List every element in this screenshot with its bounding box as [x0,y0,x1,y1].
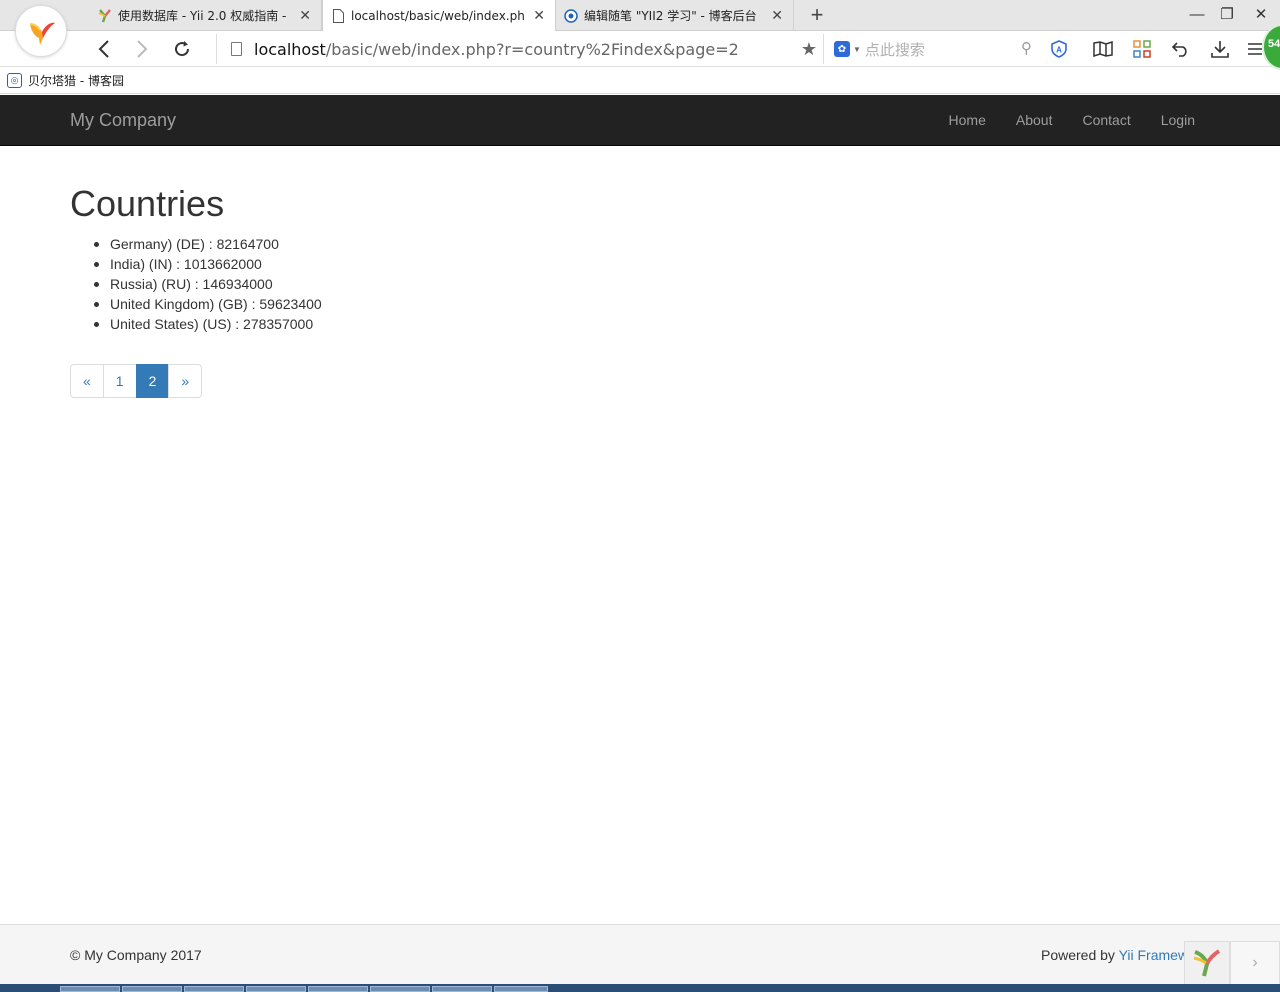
country-list: Germany) (DE) : 82164700 India) (IN) : 1… [94,234,322,334]
powered-by-prefix: Powered by [1041,947,1119,963]
taskbar-item[interactable] [308,986,368,992]
tab-cnblogs-edit[interactable]: 编辑随笔 "YII2 学习" - 博客后台 ✕ [556,0,794,31]
taskbar-item[interactable] [370,986,430,992]
pagination-page-2[interactable]: 2 [135,364,170,398]
back-icon[interactable] [92,37,116,61]
pagination-prev[interactable]: « [70,364,104,398]
pagination-page-1[interactable]: 1 [102,364,137,398]
browser-toolbar: localhost/basic/web/index.php?r=country%… [0,31,1280,67]
nav-login[interactable]: Login [1146,95,1210,145]
undo-icon[interactable] [1170,37,1192,61]
yii-debug-toolbar-toggle[interactable] [1184,941,1230,985]
url-host: localhost [254,39,326,59]
tab-title: 使用数据库 - Yii 2.0 权威指南 - [118,9,287,23]
nav-home[interactable]: Home [934,95,1001,145]
yii-icon [1193,949,1221,977]
taskbar-item[interactable] [494,986,548,992]
pagination-next[interactable]: » [168,364,203,398]
download-icon[interactable] [1209,37,1231,61]
nav-contact[interactable]: Contact [1067,95,1145,145]
taskbar-item[interactable] [122,986,182,992]
apps-icon[interactable] [1131,37,1153,61]
os-taskbar [0,984,1280,992]
minimize-icon[interactable]: — [1186,4,1208,26]
tab-title: localhost/basic/web/index.php [351,9,526,23]
pagination: « 1 2 » [70,364,203,398]
taskbar-item[interactable] [184,986,244,992]
close-icon[interactable]: ✕ [533,8,545,24]
list-item: India) (IN) : 1013662000 [94,254,322,274]
taskbar-item[interactable] [246,986,306,992]
list-item: United States) (US) : 278357000 [94,314,322,334]
site-footer: © My Company 2017 Powered by Yii Framew [0,924,1280,984]
page-title: Countries [70,183,225,224]
close-window-icon[interactable]: ✕ [1250,4,1272,26]
search-input[interactable]: ✿ ▼ 点此搜索 ⚲ [834,37,1038,61]
search-placeholder: 点此搜索 [864,40,925,59]
powered-by: Powered by Yii Framew [1041,947,1188,963]
bookmark-star-icon[interactable]: ★ [801,39,817,60]
close-icon[interactable]: ✕ [771,8,783,24]
taskbar-item[interactable] [60,986,120,992]
menu-icon[interactable] [1248,37,1262,61]
shield-icon[interactable]: A [1048,37,1070,61]
browser-logo-icon[interactable] [15,5,67,57]
yii-framework-link[interactable]: Yii Framew [1119,947,1189,963]
search-engine-icon[interactable]: ✿ [834,41,850,57]
cnblogs-icon: ◎ [7,73,22,88]
brand-link[interactable]: My Company [70,110,176,131]
tab-title: 编辑随笔 "YII2 学习" - 博客后台 [584,9,757,23]
page-icon [331,9,345,23]
chevron-down-icon[interactable]: ▼ [853,45,861,54]
tab-localhost[interactable]: localhost/basic/web/index.php ✕ [322,0,556,32]
taskbar-item[interactable] [432,986,492,992]
forward-icon[interactable] [130,37,154,61]
browser-tab-bar: 使用数据库 - Yii 2.0 权威指南 - ✕ localhost/basic… [0,0,1280,32]
url-path: /basic/web/index.php?r=country%2Findex&p… [325,39,739,59]
copyright-text: © My Company 2017 [70,947,202,963]
close-icon[interactable]: ✕ [299,8,311,24]
bookmark-item[interactable]: 贝尔塔猎 - 博客园 [28,72,124,89]
search-icon[interactable]: ⚲ [1021,39,1032,57]
reload-icon[interactable] [170,37,194,61]
page-icon [231,42,242,56]
reading-mode-icon[interactable] [1092,37,1114,61]
tab-yii-guide[interactable]: 使用数据库 - Yii 2.0 权威指南 - ✕ [90,0,322,31]
url-text: localhost/basic/web/index.php?r=country%… [254,40,739,59]
list-item: United Kingdom) (GB) : 59623400 [94,296,322,312]
restore-icon[interactable]: ❐ [1216,4,1238,26]
new-tab-button[interactable]: + [806,3,828,27]
nav-about[interactable]: About [1001,95,1068,145]
address-bar[interactable]: localhost/basic/web/index.php?r=country%… [216,34,824,64]
nav-menu: Home About Contact Login [934,95,1210,145]
bookmarks-bar: ◎ 贝尔塔猎 - 博客园 [0,68,1280,94]
yii-icon [98,8,112,23]
cnblogs-icon [564,8,578,23]
list-item: Russia) (RU) : 146934000 [94,274,322,294]
site-navbar: My Company Home About Contact Login [0,95,1280,146]
chevron-right-icon[interactable]: › [1230,941,1280,985]
svg-text:A: A [1056,46,1062,55]
list-item: Germany) (DE) : 82164700 [94,234,322,254]
